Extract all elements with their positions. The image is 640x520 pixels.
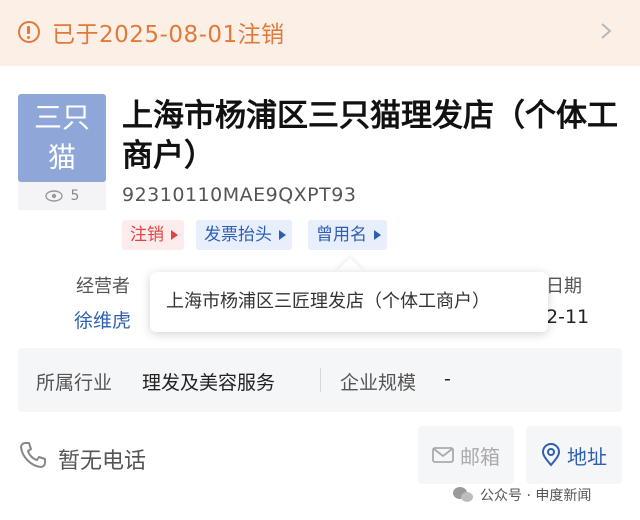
wechat-icon (453, 487, 473, 502)
scale-value: - (444, 368, 451, 390)
watermark-text: 公众号 · 申度新闻 (480, 488, 592, 504)
operator-name-link[interactable]: 徐维虎 (74, 306, 131, 333)
no-phone-text: 暂无电话 (58, 449, 147, 474)
company-logo: 三只 猫 (18, 94, 106, 182)
address-button[interactable]: 地址 (526, 426, 622, 484)
email-button[interactable]: 邮箱 (418, 426, 514, 484)
warning-circle-icon (18, 21, 40, 43)
view-count: 5 (18, 182, 106, 210)
credit-code: 92310110MAE9QXPT93 (122, 184, 357, 206)
location-pin-icon (541, 443, 561, 467)
deregistered-status-text: 已于2025-08-01注销 (52, 22, 285, 48)
former-name-popup: 上海市杨浦区三匠理发店（个体工商户） (150, 272, 548, 332)
operator-label: 经营者 (76, 276, 130, 297)
date-label: 日期 (546, 276, 582, 297)
mail-icon (432, 447, 454, 463)
status-banner[interactable]: 已于2025-08-01注销 (0, 0, 640, 66)
company-name: 上海市杨浦区三只猫理发店（个体工商户） (122, 98, 618, 174)
phone-icon (20, 442, 46, 468)
info-panel: 所属行业 理发及美容服务 企业规模 - (18, 348, 622, 412)
chevron-right-icon[interactable] (598, 21, 614, 41)
tag-deregistered[interactable]: 注销 (122, 220, 184, 250)
view-count-value: 5 (70, 188, 80, 204)
email-button-label: 邮箱 (460, 444, 500, 469)
date-value: 2-11 (546, 306, 590, 328)
address-button-label: 地址 (567, 444, 607, 469)
scale-label: 企业规模 (340, 372, 417, 394)
tag-former-name[interactable]: 曾用名 (308, 220, 387, 250)
tag-invoice-header[interactable]: 发票抬头 (196, 220, 292, 250)
divider (320, 368, 321, 392)
wechat-watermark: 公众号 · 申度新闻 (452, 482, 591, 508)
industry-label: 所属行业 (36, 372, 113, 394)
eye-icon (44, 190, 63, 202)
logo-text-line2: 猫 (47, 141, 76, 174)
logo-text-line1: 三只 (33, 101, 90, 134)
industry-value: 理发及美容服务 (142, 372, 276, 394)
